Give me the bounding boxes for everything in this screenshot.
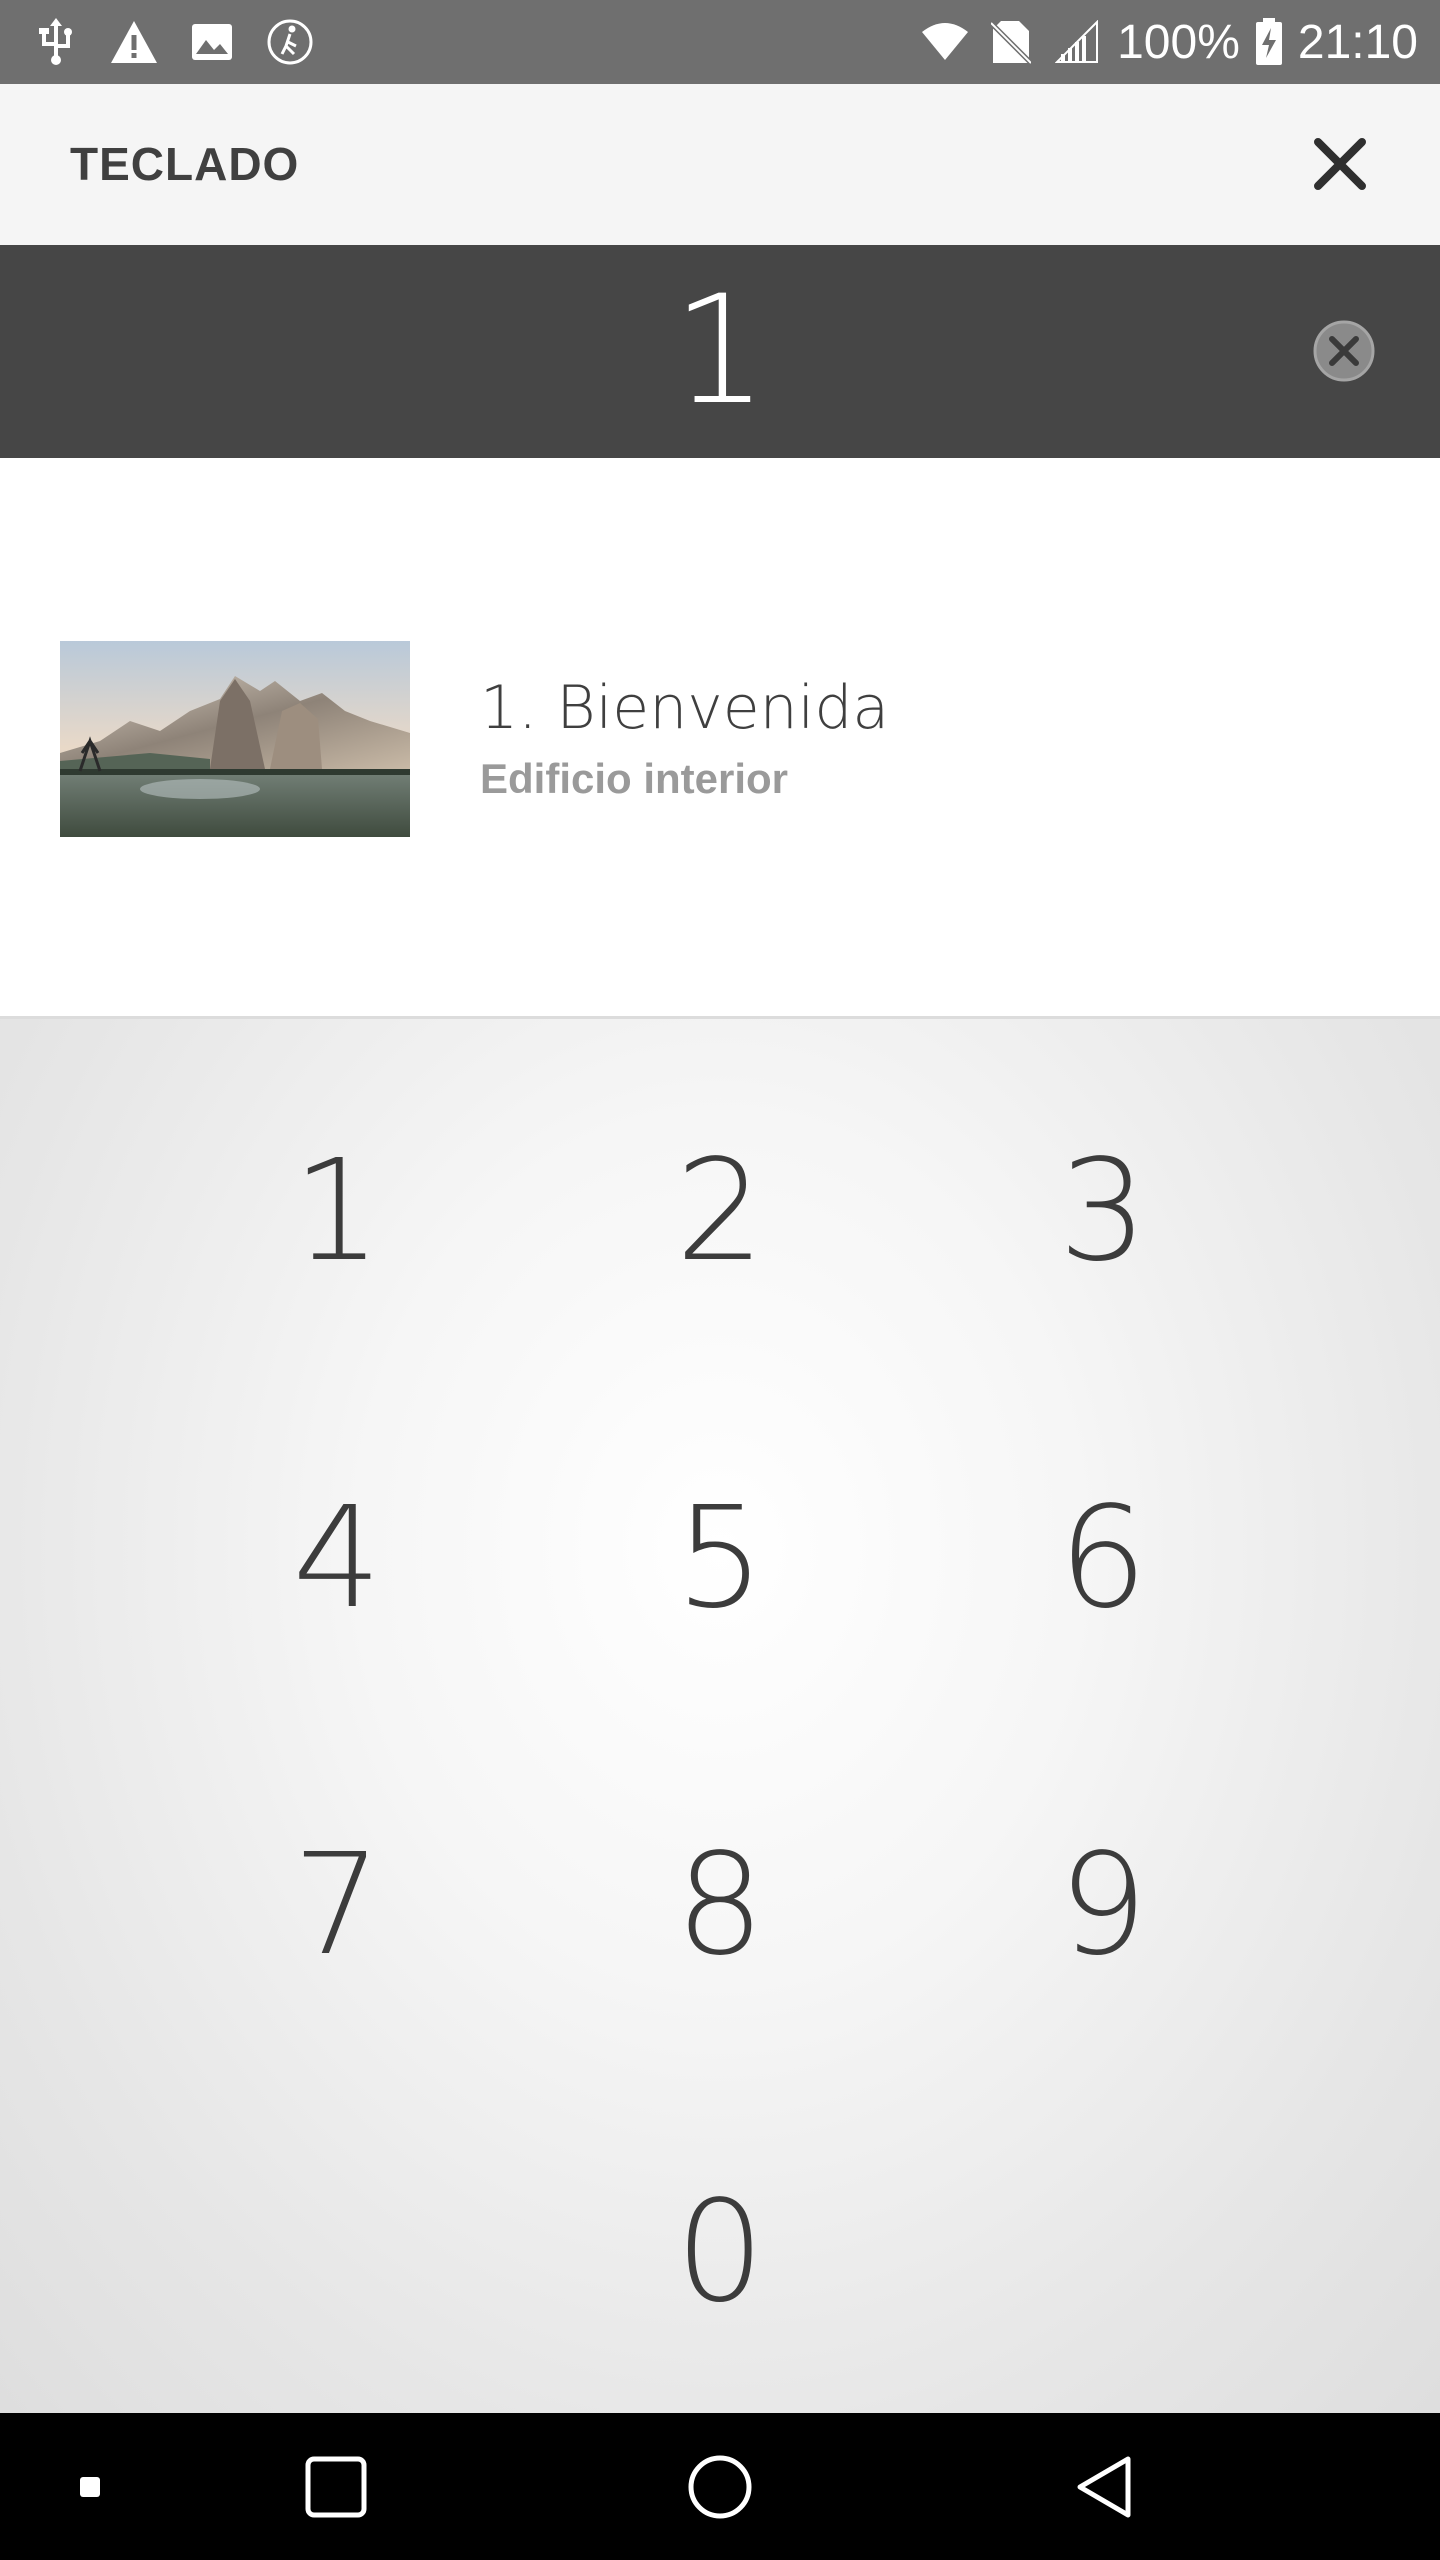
list-item[interactable]: 1. Bienvenida Edificio interior — [60, 641, 1380, 837]
results-list: 1. Bienvenida Edificio interior — [0, 458, 1440, 1016]
key-6[interactable]: 6 — [953, 1428, 1253, 1688]
key-4[interactable]: 4 — [187, 1428, 487, 1688]
image-icon — [186, 16, 238, 68]
recent-button[interactable] — [60, 2413, 120, 2560]
battery-charging-icon — [1254, 16, 1284, 68]
home-button[interactable] — [670, 2413, 770, 2560]
close-button[interactable] — [1310, 134, 1370, 194]
key-2[interactable]: 2 — [570, 1081, 870, 1341]
app-header: TECLADO — [0, 84, 1440, 245]
key-5[interactable]: 5 — [570, 1428, 870, 1688]
signal-icon — [1051, 16, 1103, 68]
battery-percent: 100% — [1117, 15, 1240, 69]
page-title: TECLADO — [70, 138, 300, 190]
status-bar-system: 100% 21:10 — [919, 0, 1418, 84]
key-0[interactable]: 0 — [570, 2122, 870, 2382]
system-nav-bar — [0, 2413, 1440, 2560]
key-9[interactable]: 9 — [953, 1775, 1253, 2035]
warning-icon — [108, 16, 160, 68]
home-circle-icon — [688, 2455, 752, 2518]
clock: 21:10 — [1297, 15, 1418, 69]
no-sim-icon — [985, 16, 1037, 68]
clear-circle-icon — [1313, 320, 1375, 382]
numeric-keypad: 1 2 3 4 5 6 7 8 9 0 — [0, 1016, 1440, 2413]
result-title: 1. Bienvenida — [480, 673, 890, 743]
back-button[interactable] — [1054, 2413, 1154, 2560]
entered-number: 1 — [672, 264, 768, 438]
close-icon — [1314, 138, 1366, 190]
wifi-icon — [919, 16, 971, 68]
number-display: 1 — [0, 245, 1440, 458]
usb-icon — [30, 16, 82, 68]
key-8[interactable]: 8 — [570, 1775, 870, 2035]
overview-square-icon — [305, 2456, 367, 2517]
result-subtitle: Edificio interior — [480, 755, 789, 802]
status-bar: 100% 21:10 — [0, 0, 1440, 84]
thumbnail-image — [60, 641, 410, 837]
walk-icon — [264, 16, 316, 68]
clear-button[interactable] — [1312, 319, 1376, 383]
key-1[interactable]: 1 — [187, 1081, 487, 1341]
back-triangle-icon — [1077, 2456, 1131, 2517]
key-3[interactable]: 3 — [953, 1081, 1253, 1341]
recent-dot-icon — [80, 2476, 100, 2497]
status-bar-notifications — [30, 0, 316, 84]
overview-button[interactable] — [286, 2413, 386, 2560]
key-7[interactable]: 7 — [187, 1775, 487, 2035]
